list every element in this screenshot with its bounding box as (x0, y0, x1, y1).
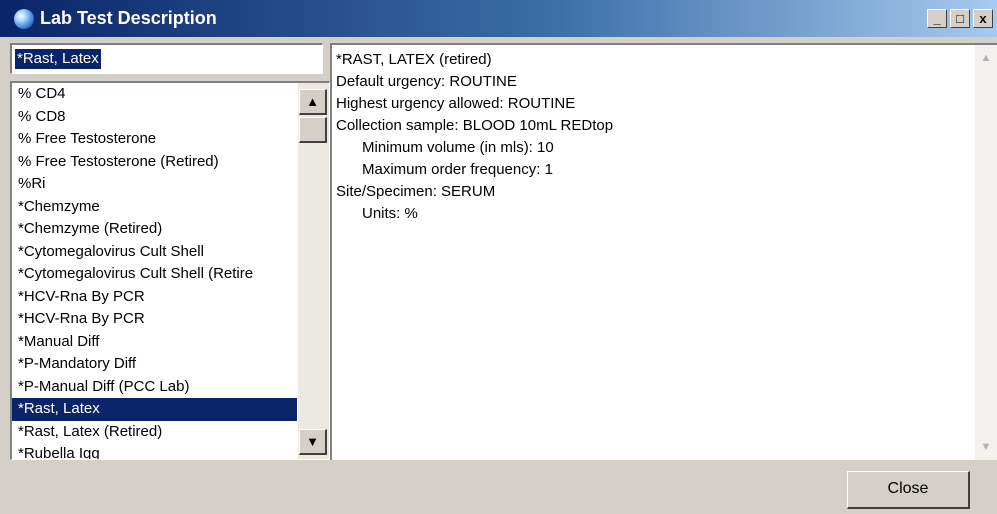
detail-line: Highest urgency allowed: ROUTINE (336, 95, 576, 112)
detail-line: Site/Specimen: SERUM (336, 183, 496, 200)
title-bar[interactable]: Lab Test Description _ □ x (0, 0, 997, 37)
list-item[interactable]: *HCV-Rna By PCR (12, 286, 297, 309)
list-item[interactable]: *Rast, Latex (12, 398, 297, 421)
scroll-up-button[interactable]: ▲ (299, 89, 327, 115)
list-item[interactable]: *P-Manual Diff (PCC Lab) (12, 376, 297, 399)
search-input[interactable]: *Rast, Latex (10, 43, 323, 74)
search-input-value: *Rast, Latex (15, 49, 101, 69)
list-item[interactable]: % Free Testosterone (Retired) (12, 151, 297, 174)
close-button[interactable]: Close (847, 471, 970, 509)
test-detail-panel[interactable]: *RAST, LATEX (retired) Default urgency: R… (330, 43, 997, 460)
detail-scroll-down-button[interactable]: ▼ (977, 438, 995, 456)
list-item[interactable]: *Chemzyme (Retired) (12, 218, 297, 241)
lab-test-list[interactable]: % CD4% CD8% Free Testosterone% Free Test… (10, 81, 330, 460)
detail-line: *RAST, LATEX (retired) (336, 51, 492, 68)
detail-line: Default urgency: ROUTINE (336, 73, 517, 90)
list-item[interactable]: *HCV-Rna By PCR (12, 308, 297, 331)
detail-scrollbar[interactable]: ▲ ▼ (975, 45, 997, 460)
detail-line: Minimum volume (in mls): 10 (362, 139, 554, 156)
list-item[interactable]: % Free Testosterone (12, 128, 297, 151)
list-item[interactable]: *Cytomegalovirus Cult Shell (12, 241, 297, 264)
close-window-button[interactable]: x (973, 9, 993, 28)
window-title: Lab Test Description (40, 8, 217, 28)
detail-line: Collection sample: BLOOD 10mL REDtop (336, 117, 614, 134)
test-detail-text: *RAST, LATEX (retired) Default urgency: R… (336, 49, 613, 225)
list-item[interactable]: *Rubella Igg (12, 443, 297, 459)
list-item[interactable]: % CD8 (12, 106, 297, 129)
list-item[interactable]: *Chemzyme (12, 196, 297, 219)
scroll-thumb[interactable] (299, 117, 327, 143)
list-item[interactable]: *Rast, Latex (Retired) (12, 421, 297, 444)
lab-test-list-items: % CD4% CD8% Free Testosterone% Free Test… (12, 83, 297, 459)
maximize-button[interactable]: □ (950, 9, 970, 28)
list-item[interactable]: % CD4 (12, 83, 297, 106)
minimize-button[interactable]: _ (927, 9, 947, 28)
list-item[interactable]: *Manual Diff (12, 331, 297, 354)
detail-scroll-up-button[interactable]: ▲ (977, 49, 995, 67)
list-scrollbar[interactable]: ▲ ▼ (298, 83, 329, 459)
scroll-down-button[interactable]: ▼ (299, 429, 327, 455)
list-item[interactable]: %Ri (12, 173, 297, 196)
app-icon (14, 9, 34, 29)
detail-line: Maximum order frequency: 1 (362, 161, 553, 178)
list-item[interactable]: *Cytomegalovirus Cult Shell (Retire (12, 263, 297, 286)
detail-line: Units: % (362, 205, 418, 222)
list-item[interactable]: *P-Mandatory Diff (12, 353, 297, 376)
